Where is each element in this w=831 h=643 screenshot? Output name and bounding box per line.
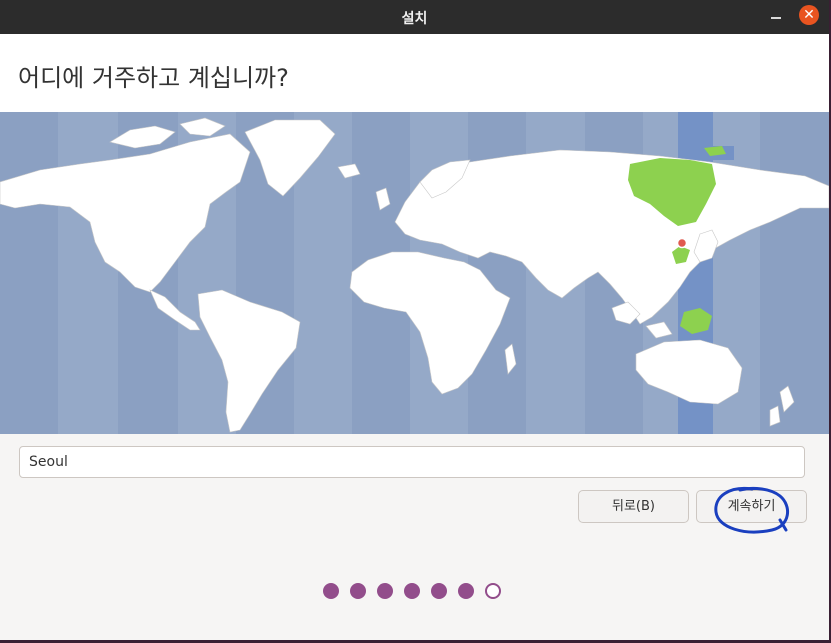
window-title: 설치 xyxy=(401,11,428,27)
timezone-input[interactable] xyxy=(19,446,805,478)
heading-area: 어디에 거주하고 계십니까? xyxy=(0,34,829,113)
close-icon[interactable]: ✕ xyxy=(799,5,819,25)
progress-dot-complete xyxy=(350,583,366,599)
progress-dot-complete xyxy=(404,583,420,599)
minimize-icon[interactable] xyxy=(770,11,782,23)
title-bar: 설치 ✕ xyxy=(0,0,829,34)
progress-dot-current xyxy=(485,583,501,599)
continue-button[interactable]: 계속하기 xyxy=(696,490,807,523)
timezone-map[interactable] xyxy=(0,112,829,434)
progress-dot-complete xyxy=(431,583,447,599)
progress-dot-complete xyxy=(323,583,339,599)
progress-dot-complete xyxy=(458,583,474,599)
location-pin-icon xyxy=(676,237,688,249)
installer-window: 설치 ✕ 어디에 거주하고 계십니까? Seoul 뒤로(B) 계속하기 xyxy=(0,0,829,640)
back-button[interactable]: 뒤로(B) xyxy=(578,490,689,523)
progress-dot-complete xyxy=(377,583,393,599)
world-map[interactable] xyxy=(0,112,829,434)
page-title: 어디에 거주하고 계십니까? xyxy=(18,64,289,92)
